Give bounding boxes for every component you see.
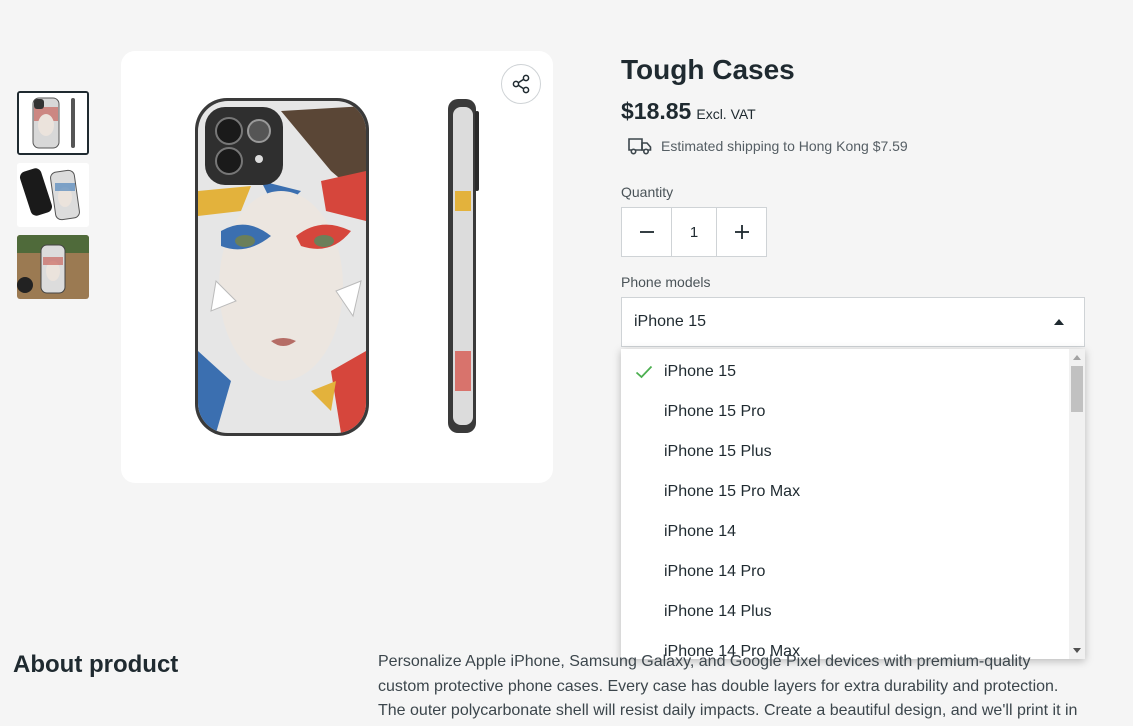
quantity-stepper: 1 bbox=[621, 207, 767, 257]
product-title: Tough Cases bbox=[621, 54, 795, 85]
dropdown-option[interactable]: iPhone 15 Pro Max bbox=[621, 472, 1069, 512]
thumbnail-list bbox=[17, 91, 89, 307]
vat-note: Excl. VAT bbox=[696, 106, 756, 122]
quantity-input[interactable]: 1 bbox=[671, 208, 717, 256]
about-product-heading: About product bbox=[13, 651, 179, 678]
truck-icon bbox=[628, 138, 652, 155]
phone-case-illustration bbox=[195, 98, 479, 436]
shipping-text: Estimated shipping to Hong Kong $7.59 bbox=[661, 138, 908, 154]
scroll-up-arrow-icon[interactable] bbox=[1073, 355, 1081, 360]
phone-models-label: Phone models bbox=[621, 274, 711, 290]
dropdown-option[interactable]: iPhone 15 Plus bbox=[621, 432, 1069, 472]
option-label: iPhone 15 bbox=[664, 363, 737, 380]
dropdown-scrollbar[interactable] bbox=[1069, 349, 1085, 659]
option-label: iPhone 14 bbox=[664, 523, 737, 540]
option-label: iPhone 14 Plus bbox=[664, 603, 772, 620]
price: $18.85 bbox=[621, 98, 692, 124]
quantity-label: Quantity bbox=[621, 184, 674, 200]
minus-icon bbox=[639, 231, 654, 233]
increase-quantity-button[interactable] bbox=[717, 208, 766, 256]
dropdown-option[interactable]: iPhone 15 Pro bbox=[621, 392, 1069, 432]
about-product-description: Personalize Apple iPhone, Samsung Galaxy… bbox=[378, 653, 1078, 719]
phone-model-select[interactable]: iPhone 15 bbox=[621, 297, 1085, 347]
share-icon bbox=[512, 74, 530, 94]
scrollbar-thumb[interactable] bbox=[1071, 366, 1083, 412]
plus-icon bbox=[734, 225, 749, 239]
thumbnail-1[interactable] bbox=[17, 91, 89, 155]
decrease-quantity-button[interactable] bbox=[622, 208, 671, 256]
price-row: $18.85 Excl. VAT bbox=[621, 98, 756, 125]
selected-model: iPhone 15 bbox=[634, 313, 707, 330]
phone-model-dropdown: iPhone 15 iPhone 15 Pro iPhone 15 Plus i… bbox=[621, 349, 1085, 659]
share-button[interactable] bbox=[501, 64, 541, 104]
thumbnail-3[interactable] bbox=[17, 235, 89, 299]
product-image bbox=[121, 51, 553, 483]
caret-up-icon bbox=[1054, 319, 1064, 325]
option-label: iPhone 15 Pro Max bbox=[664, 483, 801, 500]
thumbnail-2[interactable] bbox=[17, 163, 89, 227]
dropdown-option[interactable]: iPhone 14 bbox=[621, 512, 1069, 552]
dropdown-option[interactable]: iPhone 15 bbox=[621, 352, 1069, 392]
dropdown-option[interactable]: iPhone 14 Pro bbox=[621, 552, 1069, 592]
option-label: iPhone 15 Pro bbox=[664, 403, 766, 420]
shipping-estimate: Estimated shipping to Hong Kong $7.59 bbox=[628, 137, 908, 155]
option-label: iPhone 14 Pro bbox=[664, 563, 766, 580]
dropdown-option[interactable]: iPhone 14 Plus bbox=[621, 592, 1069, 632]
option-label: iPhone 15 Plus bbox=[664, 443, 772, 460]
check-icon bbox=[635, 365, 653, 379]
